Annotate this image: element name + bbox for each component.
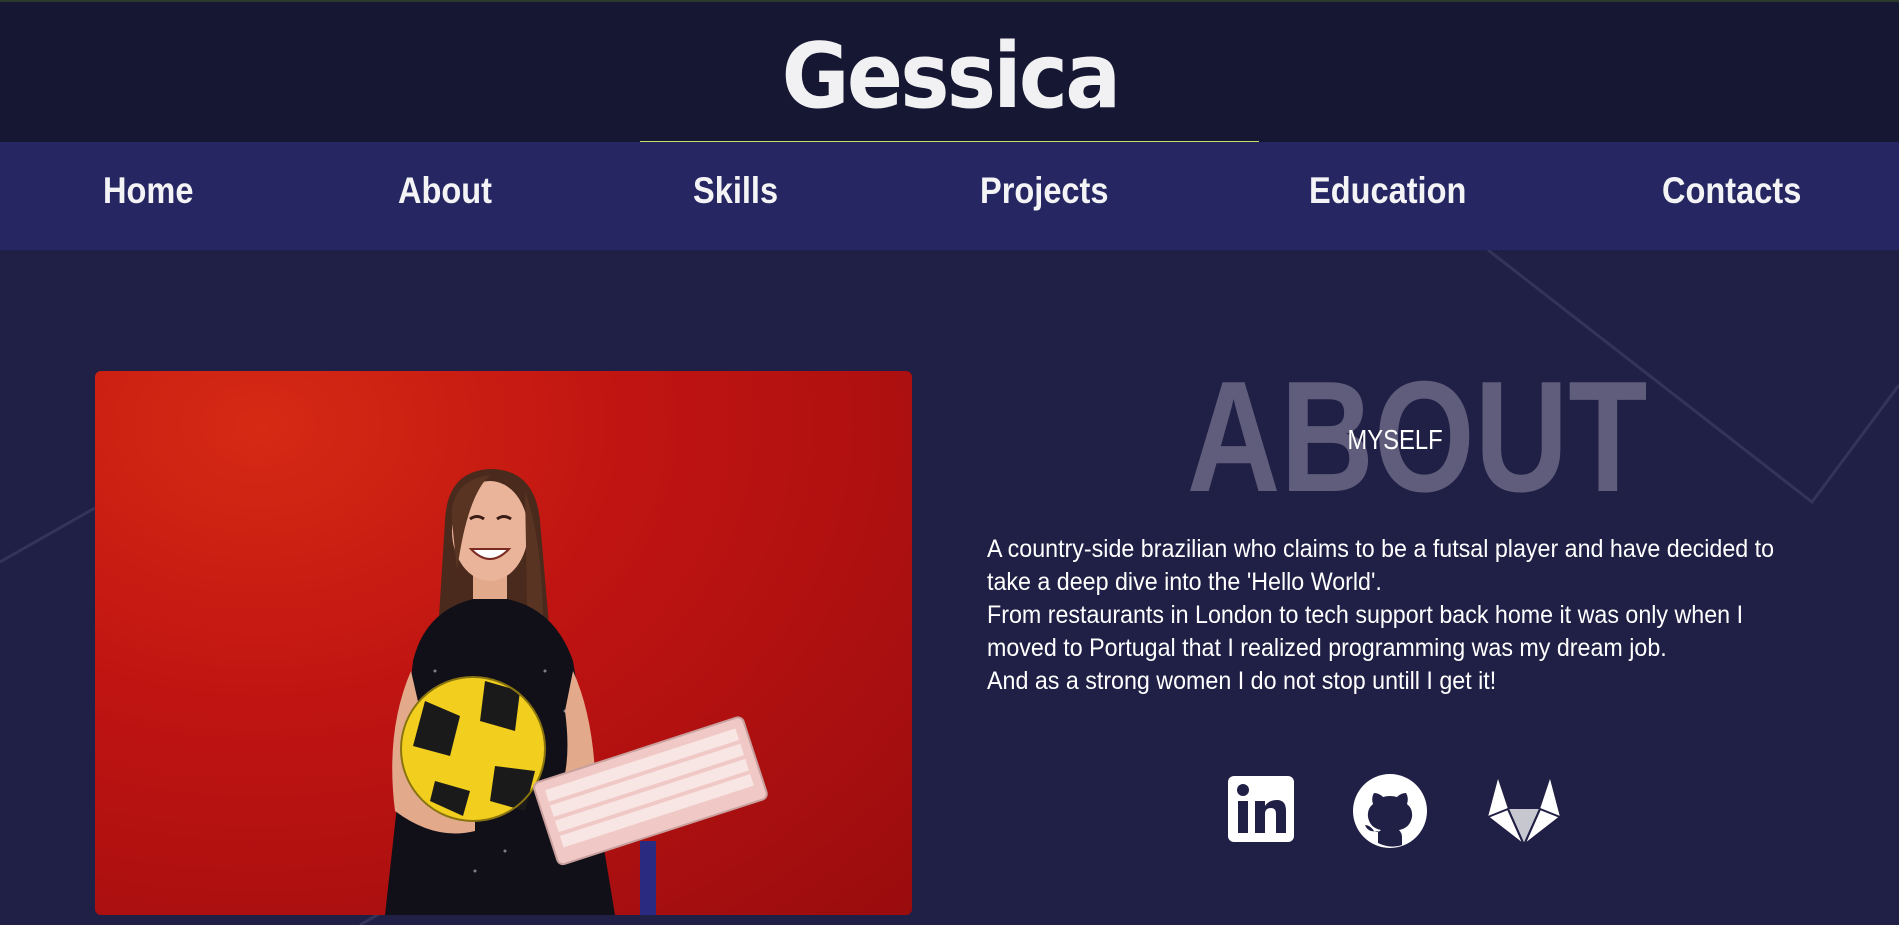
bio-line: From restaurants in London to tech suppo… xyxy=(987,601,1744,629)
bio-line: moved to Portugal that I realized progra… xyxy=(987,634,1667,662)
bio-line: take a deep dive into the 'Hello World'. xyxy=(987,568,1382,596)
bio-line: A country-side brazilian who claims to b… xyxy=(987,535,1775,563)
github-icon[interactable] xyxy=(1352,773,1428,849)
nav-projects[interactable]: Projects xyxy=(980,170,1108,212)
nav-contacts[interactable]: Contacts xyxy=(1662,170,1801,212)
profile-photo xyxy=(95,371,912,915)
nav-home[interactable]: Home xyxy=(103,170,193,212)
header: Gessica Goulart xyxy=(0,0,1899,239)
bio-text: A country-side brazilian who claims to b… xyxy=(987,533,1867,698)
bio-line: And as a strong women I do not stop unti… xyxy=(987,667,1497,695)
linkedin-icon[interactable] xyxy=(1227,773,1303,849)
main-nav: Home About Skills Projects Education Con… xyxy=(0,142,1899,250)
nav-education[interactable]: Education xyxy=(1309,170,1466,212)
nav-about[interactable]: About xyxy=(398,170,492,212)
nav-skills[interactable]: Skills xyxy=(693,170,778,212)
about-heading: MYSELF xyxy=(1347,424,1443,455)
gitlab-icon[interactable] xyxy=(1484,773,1562,849)
